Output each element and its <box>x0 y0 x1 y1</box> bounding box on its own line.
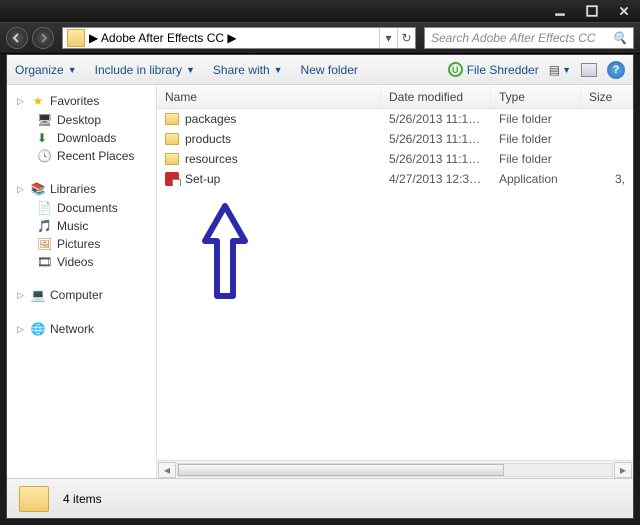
sidebar-item-documents[interactable]: 📄Documents <box>7 199 156 217</box>
file-name: products <box>185 132 231 146</box>
file-row[interactable]: resources 5/26/2013 11:16 AMFile folder <box>157 149 633 169</box>
status-count: 4 items <box>63 492 102 506</box>
include-in-library-button[interactable]: Include in library▼ <box>95 63 195 77</box>
column-headers: Name Date modified Type Size <box>157 85 633 109</box>
star-icon: ★ <box>31 94 45 108</box>
file-size: 3, <box>581 172 633 186</box>
scroll-thumb[interactable] <box>178 464 504 476</box>
address-bar[interactable]: ▶ Adobe After Effects CC ▶ ▾ ↻ <box>62 27 416 49</box>
videos-icon: 🎞 <box>37 255 51 269</box>
sidebar-favorites[interactable]: ▷★Favorites <box>7 91 156 111</box>
music-icon: 🎵 <box>37 219 51 233</box>
sidebar-item-music[interactable]: 🎵Music <box>7 217 156 235</box>
file-row[interactable]: products 5/26/2013 11:16 AMFile folder <box>157 129 633 149</box>
search-input[interactable]: Search Adobe After Effects CC 🔍 <box>424 27 634 49</box>
content-area: Organize▼ Include in library▼ Share with… <box>6 54 634 519</box>
shredder-icon: U <box>448 62 463 77</box>
view-options-button[interactable]: ▤ ▼ <box>549 63 571 77</box>
address-dropdown[interactable]: ▾ <box>379 28 397 48</box>
address-path: ▶ Adobe After Effects CC ▶ <box>89 31 379 45</box>
folder-icon <box>165 113 179 125</box>
close-button[interactable] <box>608 0 640 22</box>
folder-icon <box>165 133 179 145</box>
sidebar-item-desktop[interactable]: 🖥Desktop <box>7 111 156 129</box>
file-row[interactable]: Set-up 4/27/2013 12:31 AMApplication3, <box>157 169 633 189</box>
search-placeholder: Search Adobe After Effects CC <box>431 31 596 45</box>
refresh-button[interactable]: ↻ <box>397 28 415 48</box>
application-icon <box>165 172 179 186</box>
file-date: 4/27/2013 12:31 AM <box>381 172 491 186</box>
sidebar-libraries[interactable]: ▷📚Libraries <box>7 179 156 199</box>
libraries-icon: 📚 <box>31 182 45 196</box>
organize-button[interactable]: Organize▼ <box>15 63 77 77</box>
download-icon: ⬇ <box>37 131 51 145</box>
file-name: resources <box>185 152 238 166</box>
file-name: Set-up <box>185 172 220 186</box>
status-bar: 4 items <box>7 478 633 518</box>
help-button[interactable]: ? <box>607 61 625 79</box>
scroll-left-button[interactable]: ◂ <box>158 462 176 478</box>
navigation-sidebar: ▷★Favorites 🖥Desktop ⬇Downloads 🕓Recent … <box>7 85 157 478</box>
explorer-window: ▶ Adobe After Effects CC ▶ ▾ ↻ Search Ad… <box>0 0 640 525</box>
clock-icon: 🕓 <box>37 149 51 163</box>
sidebar-item-pictures[interactable]: 🖼Pictures <box>7 235 156 253</box>
sidebar-network[interactable]: ▷🌐Network <box>7 319 156 339</box>
back-button[interactable] <box>6 27 28 49</box>
network-icon: 🌐 <box>31 322 45 336</box>
window-titlebar <box>0 0 640 22</box>
sidebar-computer[interactable]: ▷💻Computer <box>7 285 156 305</box>
navigation-bar: ▶ Adobe After Effects CC ▶ ▾ ↻ Search Ad… <box>0 22 640 54</box>
file-shredder-button[interactable]: UFile Shredder <box>448 62 539 77</box>
folder-icon <box>165 153 179 165</box>
document-icon: 📄 <box>37 201 51 215</box>
file-type: File folder <box>491 112 581 126</box>
folder-icon <box>67 29 85 47</box>
file-list-pane: Name Date modified Type Size packages 5/2… <box>157 85 633 478</box>
file-type: File folder <box>491 132 581 146</box>
file-rows: packages5/26/2013 11:14 AMFile folderpro… <box>157 109 633 460</box>
forward-button[interactable] <box>32 27 54 49</box>
column-size[interactable]: Size <box>581 85 633 108</box>
desktop-icon: 🖥 <box>37 113 51 127</box>
file-date: 5/26/2013 11:16 AM <box>381 152 491 166</box>
file-name: packages <box>185 112 236 126</box>
file-date: 5/26/2013 11:16 AM <box>381 132 491 146</box>
computer-icon: 💻 <box>31 288 45 302</box>
sidebar-item-recent[interactable]: 🕓Recent Places <box>7 147 156 165</box>
sidebar-item-downloads[interactable]: ⬇Downloads <box>7 129 156 147</box>
scroll-right-button[interactable]: ▸ <box>614 462 632 478</box>
file-type: File folder <box>491 152 581 166</box>
file-date: 5/26/2013 11:14 AM <box>381 112 491 126</box>
share-with-button[interactable]: Share with▼ <box>213 63 283 77</box>
file-type: Application <box>491 172 581 186</box>
column-date[interactable]: Date modified <box>381 85 491 108</box>
preview-pane-button[interactable] <box>581 63 597 77</box>
annotation-arrow-icon <box>195 201 255 311</box>
toolbar: Organize▼ Include in library▼ Share with… <box>7 55 633 85</box>
file-row[interactable]: packages 5/26/2013 11:14 AMFile folder <box>157 109 633 129</box>
scroll-track[interactable] <box>177 463 613 477</box>
sidebar-item-videos[interactable]: 🎞Videos <box>7 253 156 271</box>
column-type[interactable]: Type <box>491 85 581 108</box>
horizontal-scrollbar[interactable]: ◂ ▸ <box>157 460 633 478</box>
status-folder-icon <box>19 486 49 512</box>
maximize-button[interactable] <box>576 0 608 22</box>
main-panel: ▷★Favorites 🖥Desktop ⬇Downloads 🕓Recent … <box>7 85 633 478</box>
new-folder-button[interactable]: New folder <box>301 63 358 77</box>
search-icon: 🔍 <box>612 31 627 45</box>
minimize-button[interactable] <box>544 0 576 22</box>
pictures-icon: 🖼 <box>37 237 51 251</box>
column-name[interactable]: Name <box>157 85 381 108</box>
